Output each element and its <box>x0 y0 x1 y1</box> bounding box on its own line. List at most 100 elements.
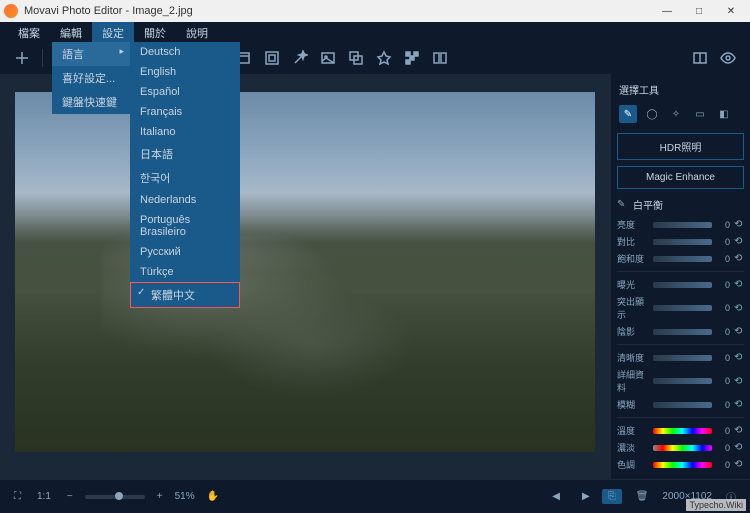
slider-hue[interactable]: 色調 0 ⟲ <box>617 458 744 471</box>
slider-track[interactable] <box>653 378 712 384</box>
menu-item-preferences[interactable]: 喜好設定... <box>52 66 130 90</box>
brush-tool-icon[interactable]: ✎ <box>619 105 637 123</box>
frame-tool[interactable] <box>260 46 284 70</box>
lang-italiano[interactable]: Italiano <box>130 122 240 142</box>
slider-shadows[interactable]: 陰影 0 ⟲ <box>617 325 744 338</box>
lang-traditional-chinese[interactable]: 繁體中文 <box>130 282 240 308</box>
language-submenu: Deutsch English Español Français Italian… <box>130 42 240 308</box>
fullscreen-icon[interactable]: ⛶ <box>10 489 25 504</box>
slider-brightness[interactable]: 亮度 0 ⟲ <box>617 218 744 231</box>
reset-icon[interactable]: ⟲ <box>734 253 744 264</box>
slider-track[interactable] <box>653 282 712 288</box>
add-button[interactable] <box>10 46 34 70</box>
lang-russian[interactable]: Русский <box>130 242 240 262</box>
magic-enhance-button[interactable]: Magic Enhance <box>617 166 744 189</box>
slider-track[interactable] <box>653 402 712 408</box>
slider-details[interactable]: 詳細資料 0 ⟲ <box>617 368 744 394</box>
hdr-button[interactable]: HDR照明 <box>617 133 744 160</box>
image-canvas[interactable] <box>15 92 595 452</box>
reset-icon[interactable]: ⟲ <box>734 376 744 387</box>
magic-wand-tool[interactable] <box>288 46 312 70</box>
close-button[interactable]: ✕ <box>716 2 746 20</box>
reset-icon[interactable]: ⟲ <box>734 326 744 337</box>
reset-icon[interactable]: ⟲ <box>734 352 744 363</box>
menu-settings[interactable]: 設定 <box>92 22 134 42</box>
menu-item-shortcuts[interactable]: 鍵盤快速鍵 <box>52 90 130 114</box>
slider-track[interactable] <box>653 329 712 335</box>
slider-sharpness[interactable]: 清晰度 0 ⟲ <box>617 351 744 364</box>
menu-file[interactable]: 檔案 <box>8 22 50 42</box>
reset-icon[interactable]: ⟲ <box>734 399 744 410</box>
titlebar: Movavi Photo Editor - Image_2.jpg — □ ✕ <box>0 0 750 22</box>
slider-track[interactable] <box>653 445 712 451</box>
menu-edit[interactable]: 編輯 <box>50 22 92 42</box>
image-tool[interactable] <box>316 46 340 70</box>
slider-blur[interactable]: 模糊 0 ⟲ <box>617 398 744 411</box>
white-balance-header[interactable]: ✎ 白平衡 <box>617 195 744 214</box>
divider <box>617 344 744 345</box>
zoom-slider[interactable] <box>85 495 145 499</box>
reset-icon[interactable]: ⟲ <box>734 442 744 453</box>
reset-icon[interactable]: ⟲ <box>734 236 744 247</box>
eyedropper-icon: ✎ <box>617 199 629 210</box>
reset-icon[interactable]: ⟲ <box>734 219 744 230</box>
prev-image-button[interactable]: ◀ <box>548 489 564 504</box>
zoom-out-button[interactable]: − <box>63 489 77 504</box>
compare-toggle-icon[interactable]: ⎘ <box>602 489 622 504</box>
minimize-button[interactable]: — <box>652 2 682 20</box>
white-balance-label: 白平衡 <box>633 197 663 212</box>
compare-tool[interactable] <box>428 46 452 70</box>
footer-brand: Typecho.Wiki <box>686 499 746 511</box>
slider-contrast[interactable]: 對比 0 ⟲ <box>617 235 744 248</box>
zoom-percentage: 51% <box>175 491 195 502</box>
before-after-toggle[interactable] <box>688 46 712 70</box>
slider-track[interactable] <box>653 355 712 361</box>
menu-help[interactable]: 說明 <box>176 22 218 42</box>
zoom-in-button[interactable]: + <box>153 489 167 504</box>
lang-japanese[interactable]: 日本語 <box>130 142 240 166</box>
lang-turkce[interactable]: Türkçe <box>130 262 240 282</box>
lang-korean[interactable]: 한국어 <box>130 166 240 190</box>
slider-track[interactable] <box>653 239 712 245</box>
trash-icon[interactable]: 🗑 <box>632 489 653 504</box>
slider-exposure[interactable]: 曝光 0 ⟲ <box>617 278 744 291</box>
main-area: 選擇工具 ✎ ◯ ✧ ▭ ◧ HDR照明 Magic Enhance ✎ 白平衡… <box>0 74 750 479</box>
menu-about[interactable]: 關於 <box>134 22 176 42</box>
slider-highlights[interactable]: 突出顯示 0 ⟲ <box>617 295 744 321</box>
slider-tint[interactable]: 濃淡 0 ⟲ <box>617 441 744 454</box>
overlay-tool[interactable] <box>344 46 368 70</box>
reset-icon[interactable]: ⟲ <box>734 303 744 314</box>
lang-english[interactable]: English <box>130 62 240 82</box>
next-image-button[interactable]: ▶ <box>578 489 594 504</box>
lang-deutsch[interactable]: Deutsch <box>130 42 240 62</box>
wand-tool-icon[interactable]: ✧ <box>667 105 685 123</box>
slider-track[interactable] <box>653 222 712 228</box>
settings-dropdown: 語言 ▸ 喜好設定... 鍵盤快速鍵 Deutsch English Españ… <box>52 42 130 114</box>
lang-francais[interactable]: Français <box>130 102 240 122</box>
lang-nederlands[interactable]: Nederlands <box>130 190 240 210</box>
reset-icon[interactable]: ⟲ <box>734 425 744 436</box>
slider-temperature[interactable]: 溫度 0 ⟲ <box>617 424 744 437</box>
marquee-tool-icon[interactable]: ▭ <box>691 105 709 123</box>
preview-eye-icon[interactable] <box>716 46 740 70</box>
maximize-button[interactable]: □ <box>684 2 714 20</box>
hand-tool-icon[interactable]: ✋ <box>203 489 223 504</box>
slider-track[interactable] <box>653 305 712 311</box>
fit-button[interactable]: 1:1 <box>33 489 55 504</box>
slider-track[interactable] <box>653 462 712 468</box>
menu-item-language[interactable]: 語言 ▸ <box>52 42 130 66</box>
gradient-tool-icon[interactable]: ◧ <box>715 105 733 123</box>
canvas-viewport[interactable] <box>0 74 610 479</box>
reset-icon[interactable]: ⟲ <box>734 279 744 290</box>
menu-item-label: 語言 <box>62 49 84 61</box>
lang-portugues[interactable]: Português Brasileiro <box>130 210 240 242</box>
slider-track[interactable] <box>653 428 712 434</box>
lang-espanol[interactable]: Español <box>130 82 240 102</box>
lasso-tool-icon[interactable]: ◯ <box>643 105 661 123</box>
mosaic-tool[interactable] <box>400 46 424 70</box>
status-bar: ⛶ 1:1 − + 51% ✋ ◀ ▶ ⎘ 🗑 2000×1102 ⓘ <box>0 479 750 513</box>
slider-track[interactable] <box>653 256 712 262</box>
slider-saturation[interactable]: 飽和度 0 ⟲ <box>617 252 744 265</box>
reset-icon[interactable]: ⟲ <box>734 459 744 470</box>
effects-tool[interactable] <box>372 46 396 70</box>
